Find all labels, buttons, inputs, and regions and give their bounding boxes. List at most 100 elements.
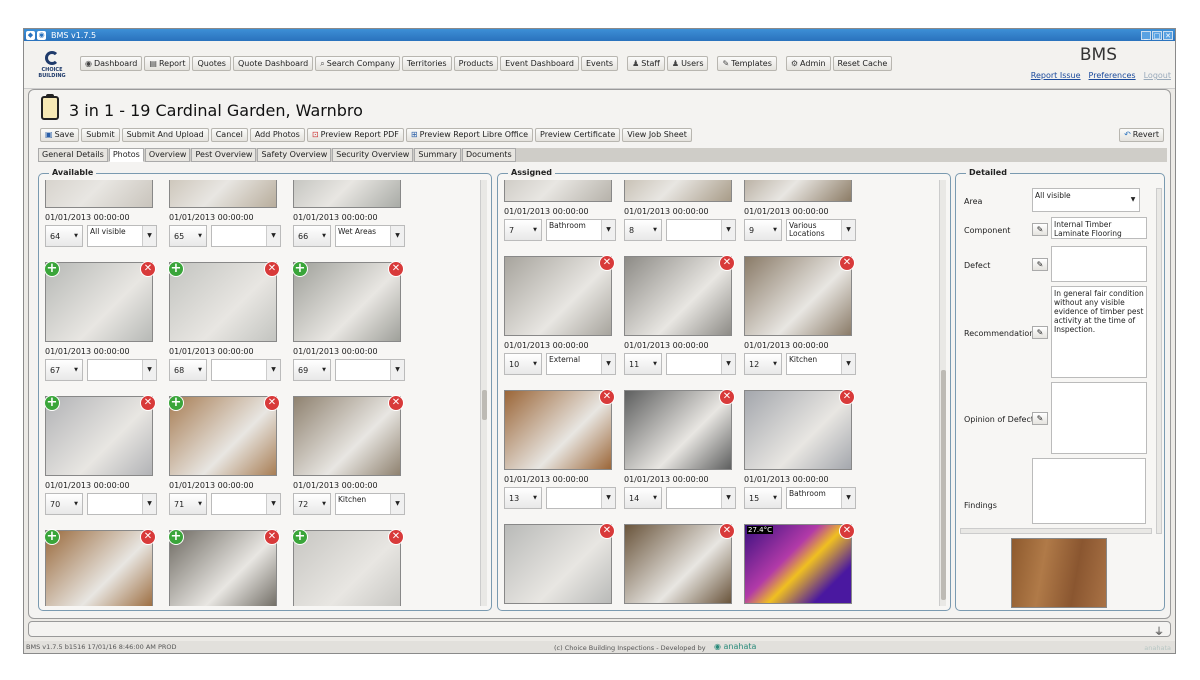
nav-reset-cache-button[interactable]: Reset Cache bbox=[832, 56, 893, 71]
available-photo[interactable]: + ✕ bbox=[45, 529, 156, 606]
chevron-down-icon[interactable]: ▼ bbox=[1128, 196, 1138, 203]
photo-order-select[interactable]: 13 ▼ bbox=[504, 487, 542, 509]
component-select[interactable]: Internal Timber Laminate Flooring bbox=[1051, 217, 1147, 239]
opinion-of-defect-text[interactable] bbox=[1051, 382, 1147, 454]
add-photo-icon[interactable]: + bbox=[168, 261, 184, 277]
remove-photo-icon[interactable]: ✕ bbox=[839, 389, 855, 405]
photo-order-select[interactable]: 68 ▼ bbox=[169, 359, 207, 381]
maximize-button[interactable]: □ bbox=[1152, 30, 1162, 40]
available-photo[interactable] bbox=[169, 180, 277, 208]
assigned-photo[interactable] bbox=[744, 180, 852, 202]
save-button[interactable]: ▣ Save bbox=[40, 128, 80, 142]
remove-photo-icon[interactable]: ✕ bbox=[719, 255, 735, 271]
assigned-photo[interactable] bbox=[504, 180, 612, 202]
assigned-photo[interactable]: ✕ bbox=[624, 389, 735, 470]
detailed-v-scrollbar[interactable] bbox=[1156, 188, 1162, 534]
photo-order-select[interactable]: 71 ▼ bbox=[169, 493, 207, 515]
photo-order-select[interactable]: 7 ▼ bbox=[504, 219, 542, 241]
remove-photo-icon[interactable]: ✕ bbox=[599, 255, 615, 271]
photo-area-select[interactable]: ▼ bbox=[666, 353, 736, 375]
detailed-h-scrollbar[interactable] bbox=[960, 528, 1152, 534]
remove-photo-icon[interactable]: ✕ bbox=[599, 389, 615, 405]
preview-report-pdf-button[interactable]: ⊡ Preview Report PDF bbox=[306, 128, 404, 142]
defect-select[interactable] bbox=[1051, 246, 1147, 282]
remove-photo-icon[interactable]: ✕ bbox=[140, 395, 156, 411]
photo-area-select[interactable]: ▼ bbox=[666, 487, 736, 509]
photo-area-select[interactable]: ▼ bbox=[546, 487, 616, 509]
nav-quotes-button[interactable]: Quotes bbox=[192, 56, 231, 71]
nav-templates-button[interactable]: ✎ Templates bbox=[717, 56, 777, 71]
nav-search-company-button[interactable]: ⌕ Search Company bbox=[315, 56, 400, 71]
nav-quote-dashboard-button[interactable]: Quote Dashboard bbox=[232, 56, 314, 71]
photo-area-select[interactable]: ▼ bbox=[211, 493, 281, 515]
recommendation-text[interactable]: In general fair condition without any vi… bbox=[1051, 286, 1147, 378]
preview-certificate-button[interactable]: Preview Certificate bbox=[535, 128, 621, 142]
photo-area-select[interactable]: ▼ bbox=[335, 359, 405, 381]
photo-area-select[interactable]: ▼ bbox=[87, 493, 157, 515]
tab-summary[interactable]: Summary bbox=[414, 148, 461, 162]
tab-security-overview[interactable]: Security Overview bbox=[332, 148, 414, 162]
photo-area-select[interactable]: ▼ bbox=[87, 359, 157, 381]
assigned-photo[interactable]: 27.4°C ✕ bbox=[744, 523, 855, 604]
add-photo-icon[interactable]: + bbox=[292, 529, 308, 545]
available-photo[interactable]: + ✕ bbox=[45, 395, 156, 476]
photo-area-select[interactable]: Wet Areas ▼ bbox=[335, 225, 405, 247]
preferences-link[interactable]: Preferences bbox=[1089, 71, 1136, 80]
available-photo[interactable]: + ✕ bbox=[168, 261, 280, 342]
add-photo-icon[interactable]: + bbox=[45, 395, 60, 411]
available-photo[interactable]: + ✕ bbox=[292, 529, 404, 606]
edit-component-button[interactable]: ✎ bbox=[1032, 223, 1048, 236]
nav-report-button[interactable]: ▤ Report bbox=[144, 56, 191, 71]
remove-photo-icon[interactable]: ✕ bbox=[264, 395, 280, 411]
available-photo[interactable]: + ✕ bbox=[292, 261, 404, 342]
assigned-photo[interactable]: ✕ bbox=[624, 255, 735, 336]
minimize-button[interactable]: _ bbox=[1141, 30, 1151, 40]
area-select[interactable]: All visible bbox=[1032, 188, 1140, 212]
photo-area-select[interactable]: Various Locations ▼ bbox=[786, 219, 856, 241]
add-photo-icon[interactable]: + bbox=[168, 395, 184, 411]
assigned-scrollbar[interactable] bbox=[939, 180, 946, 606]
add-photo-icon[interactable]: + bbox=[45, 529, 60, 545]
photo-area-select[interactable]: All visible ▼ bbox=[87, 225, 157, 247]
tab-overview[interactable]: Overview bbox=[144, 148, 191, 162]
nav-events-button[interactable]: Events bbox=[581, 56, 619, 71]
edit-recommendation-button[interactable]: ✎ bbox=[1032, 326, 1048, 339]
photo-order-select[interactable]: 14 ▼ bbox=[624, 487, 662, 509]
photo-area-select[interactable]: Kitchen ▼ bbox=[786, 353, 856, 375]
available-photo[interactable]: + ✕ bbox=[168, 529, 280, 606]
view-job-sheet-button[interactable]: View Job Sheet bbox=[622, 128, 692, 142]
nav-territories-button[interactable]: Territories bbox=[401, 56, 452, 71]
assigned-photo[interactable]: ✕ bbox=[744, 389, 855, 470]
nav-dashboard-button[interactable]: ◉ Dashboard bbox=[80, 56, 143, 71]
photo-order-select[interactable]: 64 ▼ bbox=[45, 225, 83, 247]
revert-button[interactable]: ↶ Revert bbox=[1119, 128, 1164, 142]
available-photo[interactable]: + ✕ bbox=[168, 395, 280, 476]
nav-event-dashboard-button[interactable]: Event Dashboard bbox=[500, 56, 579, 71]
edit-defect-button[interactable]: ✎ bbox=[1032, 258, 1048, 271]
tab-pest-overview[interactable]: Pest Overview bbox=[191, 148, 257, 162]
resize-grip-icon[interactable]: ⏚ bbox=[1154, 623, 1164, 638]
photo-area-select[interactable]: Kitchen ▼ bbox=[335, 493, 405, 515]
logout-link[interactable]: Logout bbox=[1144, 71, 1171, 80]
remove-photo-icon[interactable]: ✕ bbox=[264, 529, 280, 545]
remove-photo-icon[interactable]: ✕ bbox=[719, 389, 735, 405]
cancel-button[interactable]: Cancel bbox=[210, 128, 248, 142]
remove-photo-icon[interactable]: ✕ bbox=[388, 395, 404, 411]
add-photos-button[interactable]: Add Photos bbox=[249, 128, 305, 142]
assigned-photo[interactable]: ✕ bbox=[744, 255, 855, 336]
edit-opinion-button[interactable]: ✎ bbox=[1032, 412, 1048, 425]
nav-products-button[interactable]: Products bbox=[453, 56, 499, 71]
tab-documents[interactable]: Documents bbox=[462, 148, 516, 162]
photo-order-select[interactable]: 15 ▼ bbox=[744, 487, 782, 509]
remove-photo-icon[interactable]: ✕ bbox=[839, 255, 855, 271]
assigned-photo[interactable]: ✕ bbox=[624, 523, 735, 604]
photo-order-select[interactable]: 65 ▼ bbox=[169, 225, 207, 247]
assigned-photo-grid[interactable]: 01/01/2013 00:00:00 7 ▼ Bathroom ▼ 01/01/2013… bbox=[502, 180, 938, 606]
remove-photo-icon[interactable]: ✕ bbox=[839, 523, 855, 539]
photo-order-select[interactable]: 72 ▼ bbox=[293, 493, 331, 515]
photo-order-select[interactable]: 12 ▼ bbox=[744, 353, 782, 375]
remove-photo-icon[interactable]: ✕ bbox=[140, 529, 156, 545]
photo-order-select[interactable]: 9 ▼ bbox=[744, 219, 782, 241]
nav-users-button[interactable]: ♟ Users bbox=[666, 56, 709, 71]
remove-photo-icon[interactable]: ✕ bbox=[599, 523, 615, 539]
